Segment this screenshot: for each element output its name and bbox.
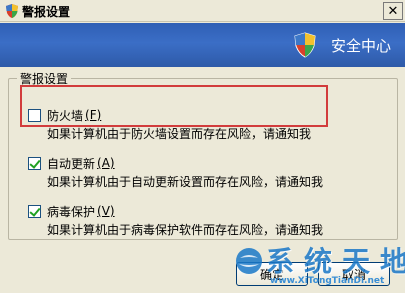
security-center-label: 安全中心: [330, 37, 391, 55]
auto-update-label[interactable]: 自动更新: [47, 155, 95, 172]
window-title: 警报设置: [22, 5, 71, 19]
ok-button[interactable]: 确定: [236, 262, 308, 286]
cancel-button[interactable]: 取消: [318, 262, 390, 286]
firewall-description: 如果计算机由于防火墙设置而存在风险，请通知我: [47, 127, 312, 141]
virus-protection-checkbox[interactable]: [28, 204, 41, 218]
close-icon: ✕: [387, 3, 399, 19]
virus-protection-label[interactable]: 病毒保护: [47, 203, 95, 220]
title-bar[interactable]: 警报设置 ✕: [0, 0, 405, 22]
option-auto-update: 自动更新 (A) 如果计算机由于自动更新设置而存在风险，请通知我: [9, 155, 394, 190]
virus-protection-description: 如果计算机由于病毒保护软件而存在风险，请通知我: [47, 223, 324, 237]
firewall-highlight-box: [20, 85, 328, 127]
virus-protection-shortcut: (V): [97, 204, 115, 218]
auto-update-shortcut: (A): [97, 156, 115, 170]
auto-update-description: 如果计算机由于自动更新设置而存在风险，请通知我: [47, 175, 324, 189]
auto-update-checkbox[interactable]: [28, 156, 41, 170]
security-shield-icon: [6, 4, 18, 18]
header-banner: 安全中心: [0, 23, 405, 67]
close-button[interactable]: ✕: [383, 2, 403, 20]
option-virus-protection: 病毒保护 (V) 如果计算机由于病毒保护软件而存在风险，请通知我: [9, 203, 394, 238]
alert-settings-dialog: 警报设置 ✕ 安全中心 警报设置 防火墙 (F) 如果计算机由于防火墙设置而存在…: [0, 0, 405, 293]
security-center-shield-icon: [294, 32, 316, 58]
